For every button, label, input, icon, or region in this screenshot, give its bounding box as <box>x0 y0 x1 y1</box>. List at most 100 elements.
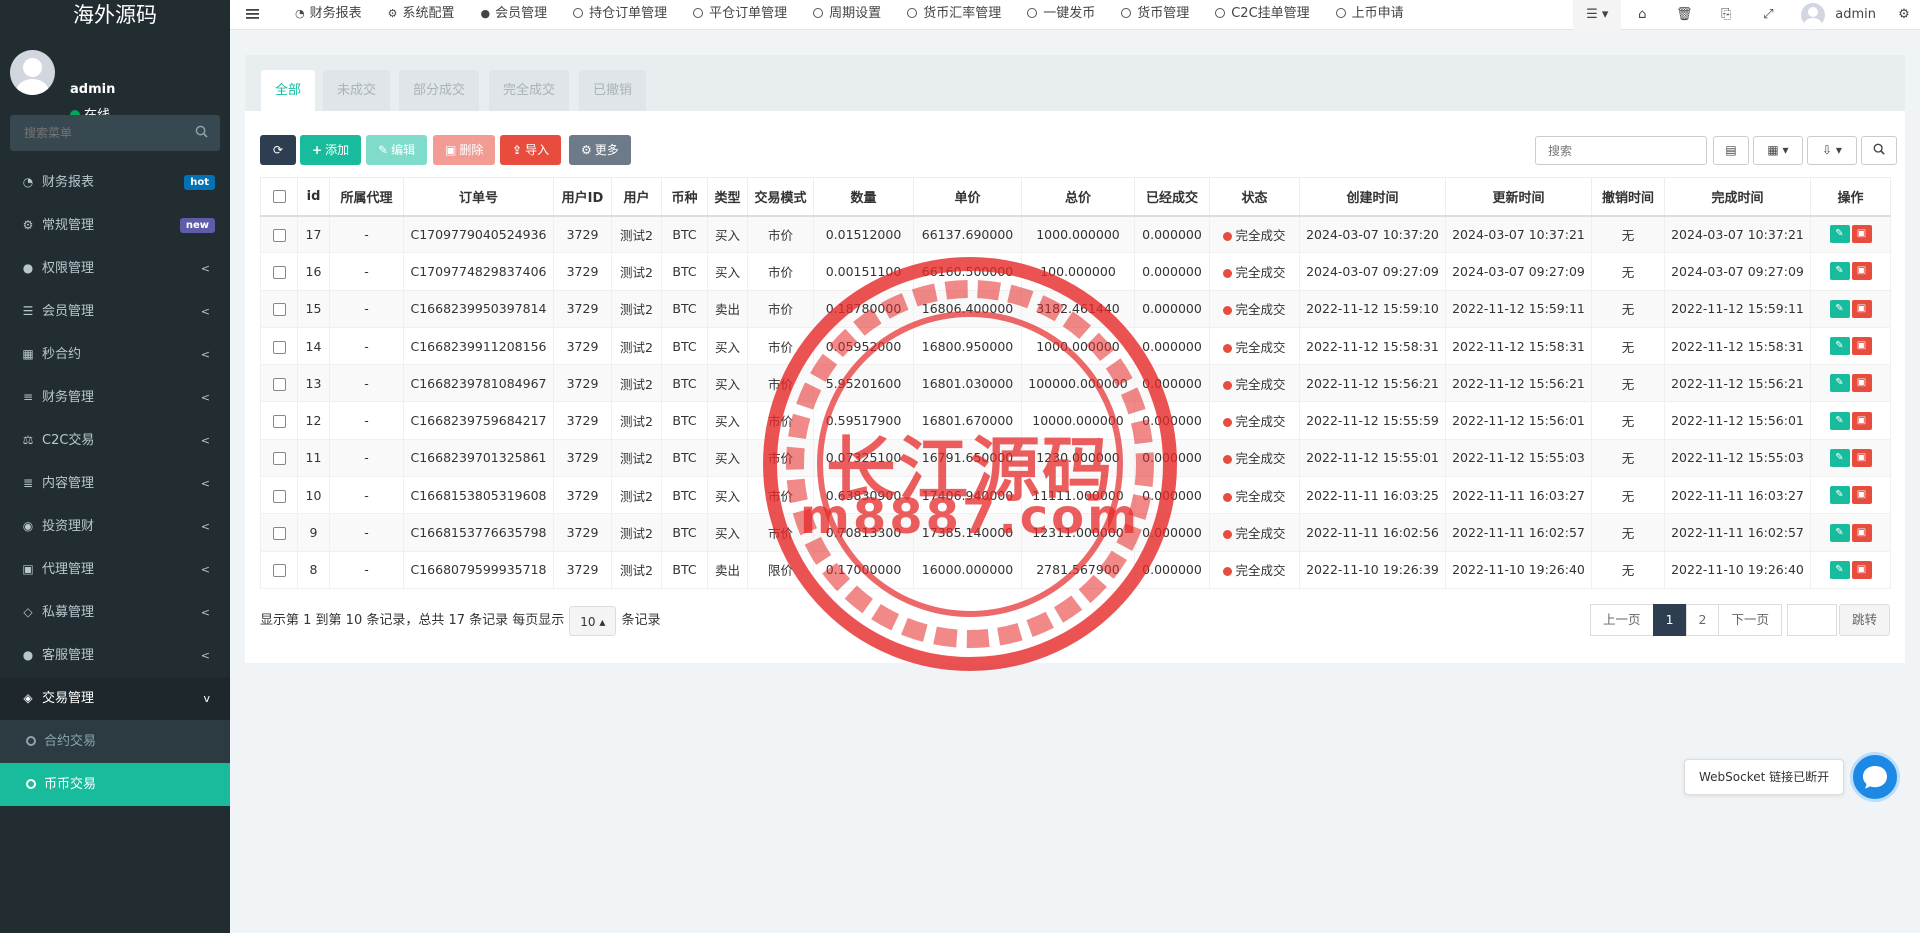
row-delete-button[interactable]: ▣ <box>1851 262 1872 281</box>
import-button[interactable]: ⇪ 导入 <box>500 135 562 165</box>
filter-tab-filled[interactable]: 完全成交 <box>489 70 570 111</box>
row-delete-button[interactable]: ▣ <box>1851 448 1872 467</box>
table-row[interactable]: 14- C1668239911208156 3729 测试2 BTC 买入 市价 0.0595… <box>260 326 1891 366</box>
column-header[interactable]: 用户ID <box>553 177 612 217</box>
sidebar-item-general[interactable]: ⚙ 常规管理 new <box>0 204 230 247</box>
delete-button[interactable]: ▣ 删除 <box>433 135 496 165</box>
row-edit-button[interactable]: ✎ <box>1829 299 1850 318</box>
row-edit-button[interactable]: ✎ <box>1829 560 1850 579</box>
table-row[interactable]: 17- C1709779040524936 3729 测试2 BTC 买入 市价 0.0151… <box>260 214 1891 254</box>
tab-system-config[interactable]: ⚙ 系统配置 <box>375 0 468 30</box>
row-edit-button[interactable]: ✎ <box>1829 486 1850 505</box>
sidebar-item-finance[interactable]: ≡ 财务管理 < <box>0 376 230 419</box>
settings-button[interactable]: ⚙ <box>1888 0 1920 30</box>
column-header[interactable]: 已经成交 <box>1134 177 1210 217</box>
tab-currency[interactable]: 货币管理 <box>1108 0 1202 30</box>
column-header[interactable]: 创建时间 <box>1299 177 1446 217</box>
tab-c2c-orders[interactable]: C2C挂单管理 <box>1202 0 1322 30</box>
tab-exchange-rates[interactable]: 货币汇率管理 <box>894 0 1014 30</box>
columns-dropdown[interactable]: ▦ ▾ <box>1753 136 1803 165</box>
table-row[interactable]: 10- C1668153805319608 3729 测试2 BTC 买入 市价 0.6383… <box>260 476 1891 515</box>
advanced-search-button[interactable] <box>1861 136 1897 165</box>
more-button[interactable]: ⚙ 更多 <box>569 135 631 165</box>
column-header[interactable]: 完成时间 <box>1664 177 1811 217</box>
row-checkbox[interactable] <box>272 489 286 503</box>
tab-finance-report[interactable]: ◔ 财务报表 <box>282 0 375 30</box>
sidebar-item-agent[interactable]: ▣ 代理管理 < <box>0 548 230 591</box>
table-row[interactable]: 11- C1668239701325861 3729 测试2 BTC 买入 市价 0.0732… <box>260 438 1891 478</box>
table-row[interactable]: 9- C1668153776635798 3729 测试2 BTC 买入 市价 0.70813… <box>260 513 1891 552</box>
row-delete-button[interactable]: ▣ <box>1851 486 1872 505</box>
tab-position-orders[interactable]: 持仓订单管理 <box>560 0 680 30</box>
row-checkbox[interactable] <box>272 228 286 242</box>
brand-logo[interactable]: 海外源码 <box>0 0 230 30</box>
export-dropdown[interactable]: ⇩ ▾ <box>1807 136 1857 165</box>
sidebar-item-private[interactable]: ◇ 私募管理 < <box>0 591 230 634</box>
table-row[interactable]: 16- C1709774829837406 3729 测试2 BTC 买入 市价 0.0015… <box>260 252 1891 291</box>
tab-member[interactable]: ● 会员管理 <box>468 0 561 30</box>
page-2-button[interactable]: 2 <box>1685 604 1720 636</box>
search-icon[interactable] <box>195 125 208 138</box>
refresh-button[interactable]: ⟳ <box>260 135 296 165</box>
language-button[interactable]: ⎘ <box>1705 0 1747 30</box>
row-edit-button[interactable]: ✎ <box>1829 374 1850 393</box>
sidebar-item-trade[interactable]: ◈ 交易管理 v <box>0 677 230 720</box>
sidebar-item-c2c[interactable]: ⚖ C2C交易 < <box>0 419 230 462</box>
column-header[interactable]: 订单号 <box>403 177 554 217</box>
tab-listing-apply[interactable]: 上币申请 <box>1323 0 1417 30</box>
hamburger-icon[interactable] <box>246 7 260 21</box>
page-1-button[interactable]: 1 <box>1652 604 1687 636</box>
row-edit-button[interactable]: ✎ <box>1829 411 1850 430</box>
column-header[interactable]: 类型 <box>707 177 748 217</box>
jump-page-input[interactable] <box>1786 604 1837 636</box>
row-delete-button[interactable]: ▣ <box>1851 299 1872 318</box>
tab-list-dropdown[interactable]: ☰ ▾ <box>1573 0 1622 30</box>
row-checkbox[interactable] <box>272 452 286 466</box>
row-delete-button[interactable]: ▣ <box>1851 523 1872 542</box>
row-delete-button[interactable]: ▣ <box>1851 374 1872 393</box>
sidebar-item-finance-report[interactable]: ◔ 财务报表 hot <box>0 161 230 204</box>
row-checkbox[interactable] <box>272 303 286 317</box>
select-all-checkbox[interactable] <box>272 189 286 203</box>
toggle-view-button[interactable]: ▤ <box>1713 136 1749 165</box>
filter-tab-all[interactable]: 全部 <box>261 70 316 111</box>
row-checkbox[interactable] <box>272 527 286 541</box>
table-row[interactable]: 8- C1668079599935718 3729 测试2 BTC 卖出 限价 0.17000… <box>260 550 1891 589</box>
row-delete-button[interactable]: ▣ <box>1851 411 1872 430</box>
chat-bubble-button[interactable] <box>1850 752 1900 802</box>
row-edit-button[interactable]: ✎ <box>1829 523 1850 542</box>
sidebar-item-service[interactable]: ● 客服管理 < <box>0 634 230 677</box>
column-header[interactable]: 总价 <box>1021 177 1135 217</box>
sidebar-item-second-contract[interactable]: ▦ 秒合约 < <box>0 333 230 376</box>
table-search-input[interactable] <box>1535 136 1707 165</box>
column-header[interactable]: 交易模式 <box>747 177 814 217</box>
row-edit-button[interactable]: ✎ <box>1829 337 1850 356</box>
column-header[interactable]: 状态 <box>1209 177 1300 217</box>
menu-search-input[interactable] <box>10 115 180 151</box>
fullscreen-button[interactable]: ⤢ <box>1747 0 1789 30</box>
edit-button[interactable]: ✎ 编辑 <box>366 135 428 165</box>
row-edit-button[interactable]: ✎ <box>1829 262 1850 281</box>
column-header[interactable]: 操作 <box>1810 177 1891 217</box>
row-edit-button[interactable]: ✎ <box>1829 225 1850 244</box>
row-checkbox[interactable] <box>272 340 286 354</box>
column-header[interactable]: 撤销时间 <box>1591 177 1665 217</box>
tab-issue-coin[interactable]: 一键发币 <box>1014 0 1108 30</box>
add-button[interactable]: + 添加 <box>300 135 362 165</box>
next-page-button[interactable]: 下一页 <box>1718 604 1782 636</box>
column-header[interactable]: 数量 <box>813 177 914 217</box>
row-checkbox[interactable] <box>272 415 286 429</box>
column-header[interactable]: 所属代理 <box>329 177 404 217</box>
sidebar-item-member[interactable]: ☰ 会员管理 < <box>0 290 230 333</box>
row-delete-button[interactable]: ▣ <box>1851 560 1872 579</box>
table-row[interactable]: 13- C1668239781084967 3729 测试2 BTC 买入 市价 5.9520… <box>260 364 1891 403</box>
filter-tab-unfilled[interactable]: 未成交 <box>323 70 391 111</box>
filter-tab-cancelled[interactable]: 已撤销 <box>579 70 647 111</box>
column-header[interactable]: 单价 <box>913 177 1022 217</box>
sidebar-subitem-coin-trade[interactable]: 币币交易 <box>0 763 230 806</box>
row-delete-button[interactable]: ▣ <box>1851 225 1872 244</box>
row-checkbox[interactable] <box>272 564 286 578</box>
tab-closed-orders[interactable]: 平仓订单管理 <box>680 0 800 30</box>
tab-period-settings[interactable]: 周期设置 <box>800 0 894 30</box>
sidebar-subitem-contract-trade[interactable]: 合约交易 <box>0 720 230 763</box>
